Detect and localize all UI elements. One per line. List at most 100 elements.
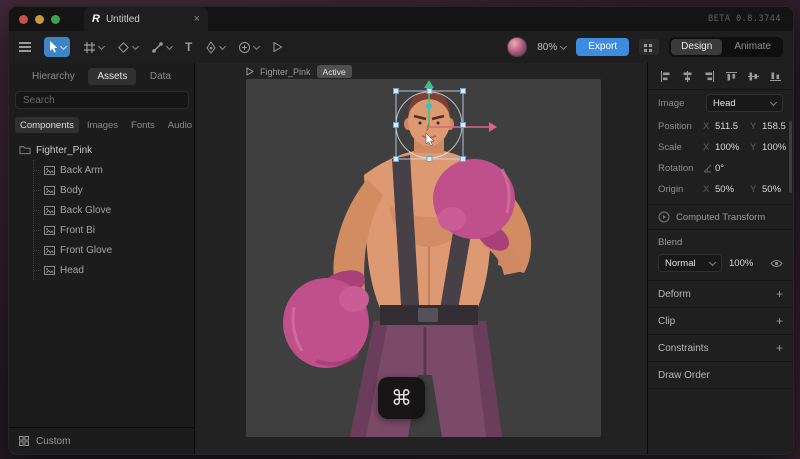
tree-item-label: Front Glove [60, 245, 112, 256]
inspector-panel: Image Head Position X 511.5 Y 158.5 Scal… [648, 63, 793, 454]
zoom-control[interactable]: 80% [537, 42, 566, 53]
deform-section-header[interactable]: Deform + [648, 281, 793, 308]
tool-group-right: 80% Export Design Animate [507, 37, 783, 57]
scale-row: Scale X 100% Y 100% [648, 137, 793, 158]
blend-opacity-field[interactable]: 100% [729, 258, 753, 269]
add-clip-button[interactable]: + [776, 315, 783, 327]
computed-transform-row[interactable]: Computed Transform [648, 204, 793, 230]
user-avatar[interactable] [507, 37, 527, 57]
y-axis-label: Y [750, 121, 759, 132]
blend-mode-select[interactable]: Normal [658, 254, 722, 272]
image-icon [44, 266, 55, 275]
constraints-section-header[interactable]: Constraints + [648, 335, 793, 362]
tree-item[interactable]: Head [34, 260, 194, 280]
image-row: Image Head [648, 90, 793, 116]
y-axis-arrowhead [424, 80, 434, 88]
y-axis-label: Y [750, 184, 759, 195]
zoom-level: 80% [537, 42, 557, 53]
tree-item[interactable]: Front Bi [34, 220, 194, 240]
artboard-header[interactable]: Fighter_Pink Active [246, 65, 352, 78]
design-mode-button[interactable]: Design [671, 39, 722, 55]
bone-icon [151, 41, 164, 54]
tree-root-label: Fighter_Pink [36, 145, 92, 156]
origin-marker[interactable] [426, 103, 432, 109]
tree-item[interactable]: Body [34, 180, 194, 200]
tree-item[interactable]: Front Glove [34, 240, 194, 260]
tree-item[interactable]: Back Glove [34, 200, 194, 220]
align-center-h-icon[interactable] [682, 71, 693, 82]
rotation-angle-icon [703, 164, 712, 173]
tree-root-item[interactable]: Fighter_Pink [19, 140, 194, 160]
align-top-icon[interactable] [726, 71, 737, 82]
custom-footer-label: Custom [36, 436, 70, 447]
select-tool-button[interactable] [44, 37, 70, 57]
shapes-tool-button[interactable] [117, 41, 138, 54]
position-x-field[interactable]: 511.5 [715, 121, 747, 132]
x-axis-arrowhead [489, 122, 497, 132]
tab-fonts[interactable]: Fonts [126, 117, 160, 133]
origin-x-field[interactable]: 50% [715, 184, 747, 195]
left-panel: Hierarchy Assets Data Components Images … [9, 63, 195, 454]
tree-item[interactable]: Back Arm [34, 160, 194, 180]
options-button[interactable] [639, 39, 659, 55]
draw-order-section-header[interactable]: Draw Order [648, 362, 793, 389]
image-select[interactable]: Head [706, 94, 783, 112]
align-right-icon[interactable] [704, 71, 715, 82]
rotation-label: Rotation [658, 163, 700, 174]
minimize-window-button[interactable] [35, 15, 44, 24]
tab-assets[interactable]: Assets [88, 68, 136, 85]
visibility-eye-icon[interactable] [770, 259, 783, 268]
tab-hierarchy[interactable]: Hierarchy [23, 68, 84, 85]
add-constraint-button[interactable]: + [776, 342, 783, 354]
image-icon [44, 166, 55, 175]
origin-row: Origin X 50% Y 50% [648, 179, 793, 200]
add-deform-button[interactable]: + [776, 288, 783, 300]
canvas[interactable]: Fighter_Pink Active [195, 63, 648, 454]
tab-components[interactable]: Components [15, 117, 79, 133]
tree-item-label: Head [60, 265, 84, 276]
rotation-field[interactable]: 0° [715, 163, 747, 174]
tree-item-label: Back Arm [60, 165, 103, 176]
rotation-row: Rotation 0° [648, 158, 793, 179]
traffic-lights [9, 15, 68, 24]
artboard-tool-button[interactable] [83, 41, 104, 54]
inspector-scrollbar[interactable] [789, 121, 792, 193]
position-y-field[interactable]: 158.5 [762, 121, 786, 132]
preview-button[interactable] [272, 41, 283, 53]
clip-section-header[interactable]: Clip + [648, 308, 793, 335]
tab-images[interactable]: Images [82, 117, 123, 133]
document-tab[interactable]: R Untitled × [84, 7, 208, 31]
align-left-icon[interactable] [660, 71, 671, 82]
toolbar: T 80% Export Design Animate [9, 31, 793, 64]
bone-tool-button[interactable] [151, 41, 172, 54]
chevron-down-icon [253, 42, 260, 49]
image-icon [44, 206, 55, 215]
search-input[interactable] [15, 91, 189, 109]
position-row: Position X 511.5 Y 158.5 [648, 116, 793, 137]
deform-label: Deform [658, 289, 691, 300]
animate-mode-button[interactable]: Animate [724, 39, 781, 55]
zoom-window-button[interactable] [51, 15, 60, 24]
close-tab-icon[interactable]: × [194, 13, 200, 25]
tab-data[interactable]: Data [141, 68, 180, 85]
origin-y-field[interactable]: 50% [762, 184, 783, 195]
export-button[interactable]: Export [576, 38, 629, 56]
close-window-button[interactable] [19, 15, 28, 24]
main-menu-button[interactable] [19, 40, 31, 54]
scale-y-field[interactable]: 100% [762, 142, 786, 153]
circle-plus-icon [238, 41, 251, 54]
scale-x-field[interactable]: 100% [715, 142, 747, 153]
align-bottom-icon[interactable] [770, 71, 781, 82]
pen-tool-button[interactable] [205, 41, 225, 54]
blend-label: Blend [658, 237, 783, 248]
asset-type-tabs: Components Images Fonts Audio + [9, 114, 194, 136]
draw-order-label: Draw Order [658, 370, 710, 381]
text-tool-button[interactable]: T [185, 40, 192, 54]
command-key-overlay: ⌘ [378, 377, 425, 419]
align-middle-v-icon[interactable] [748, 71, 759, 82]
feature-tool-button[interactable] [238, 41, 259, 54]
tab-audio[interactable]: Audio [163, 117, 197, 133]
hamburger-icon [19, 46, 31, 48]
custom-footer[interactable]: Custom [9, 427, 194, 454]
play-icon [272, 41, 283, 53]
